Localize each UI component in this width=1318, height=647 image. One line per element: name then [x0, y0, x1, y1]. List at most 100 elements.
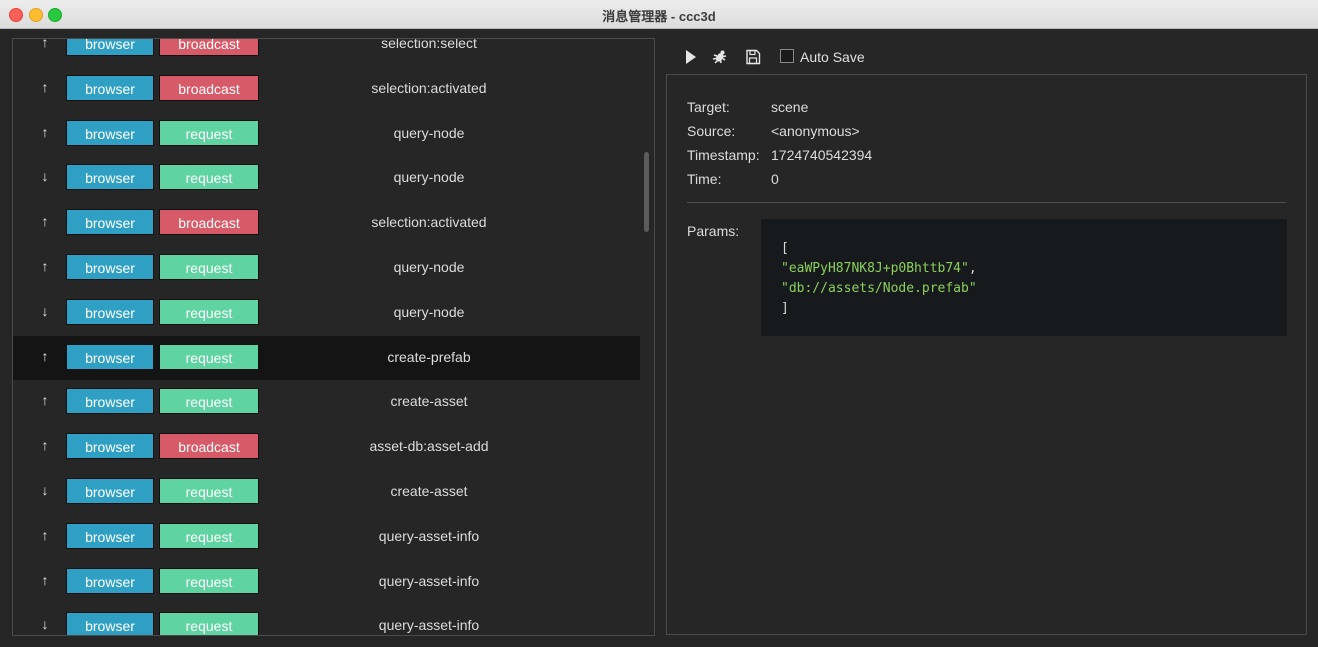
direction-arrow-icon: ↑ [41, 437, 49, 454]
message-row[interactable]: ↓ browser request create-asset [13, 470, 640, 515]
message-list[interactable]: ↑ browser broadcast selection:select ↑ browse… [12, 38, 655, 636]
params-code-block: [ "eaWPyH87NK8J+p0Bhttb74", "db://assets… [761, 219, 1287, 336]
process-tag: browser [66, 388, 154, 415]
time-value: 0 [771, 171, 779, 187]
message-row[interactable]: ↑ browser request query-node [13, 246, 640, 291]
timestamp-value: 1724740542394 [771, 147, 873, 163]
message-row[interactable]: ↑ browser request query-asset-info [13, 560, 640, 605]
target-label: Target: [687, 99, 730, 115]
process-tag: browser [66, 209, 154, 236]
play-button[interactable] [681, 48, 699, 66]
process-tag: browser [66, 567, 154, 594]
message-type-tag: request [159, 522, 259, 549]
message-row[interactable]: ↑ browser request create-asset [13, 380, 640, 425]
process-tag: browser [66, 39, 154, 56]
direction-arrow-icon: ↑ [41, 347, 49, 364]
source-value: <anonymous> [771, 123, 860, 139]
direction-arrow-icon: ↑ [41, 123, 49, 140]
process-tag: browser [66, 343, 154, 370]
params-open-bracket: [ [781, 241, 789, 256]
debug-button[interactable] [711, 48, 729, 66]
message-row[interactable]: ↑ browser request query-node [13, 112, 640, 157]
process-tag: browser [66, 612, 154, 635]
params-item-1: "eaWPyH87NK8J+p0Bhttb74" [781, 261, 969, 276]
message-type-tag: request [159, 567, 259, 594]
message-name: selection:activated [371, 214, 487, 231]
window-title: 消息管理器 - ccc3d [602, 9, 716, 24]
message-type-tag: request [159, 477, 259, 504]
message-type-tag: request [159, 343, 259, 370]
message-row[interactable]: ↑ browser broadcast selection:activated [13, 67, 640, 112]
message-name: selection:select [381, 38, 477, 51]
process-tag: browser [66, 164, 154, 191]
message-row[interactable]: ↑ browser broadcast asset-db:asset-add [13, 425, 640, 470]
bug-icon [712, 50, 727, 64]
direction-arrow-icon: ↓ [41, 302, 49, 319]
target-value: scene [771, 99, 809, 115]
direction-arrow-icon: ↓ [41, 616, 49, 633]
message-name: query-asset-info [378, 572, 480, 589]
message-name: asset-db:asset-add [369, 438, 489, 455]
message-type-tag: request [159, 119, 259, 146]
message-row[interactable]: ↑ browser request query-asset-info [13, 515, 640, 560]
message-type-tag: request [159, 164, 259, 191]
save-button[interactable] [744, 48, 762, 66]
message-detail-panel: Target: scene Source: <anonymous> Timest… [666, 74, 1307, 635]
message-type-tag: request [159, 253, 259, 280]
message-type-tag: broadcast [159, 39, 259, 56]
message-row[interactable]: ↑ browser request create-prefab [13, 335, 640, 381]
params-close-bracket: ] [781, 301, 789, 316]
divider [687, 202, 1286, 203]
title-bar: 消息管理器 - ccc3d [0, 0, 1318, 29]
direction-arrow-icon: ↑ [41, 213, 49, 230]
process-tag: browser [66, 119, 154, 146]
message-name: create-asset [390, 393, 468, 410]
message-list-scrollbar[interactable] [644, 152, 649, 232]
message-name: selection:activated [371, 79, 487, 96]
message-name: query-asset-info [378, 617, 480, 634]
process-tag: browser [66, 477, 154, 504]
process-tag: browser [66, 74, 154, 101]
save-icon [746, 49, 761, 65]
message-name: query-node [393, 303, 465, 320]
timestamp-label: Timestamp: [687, 147, 760, 163]
message-list-content: ↑ browser broadcast selection:select ↑ browse… [13, 38, 640, 635]
direction-arrow-icon: ↑ [41, 392, 49, 409]
params-item-2: "db://assets/Node.prefab" [781, 281, 977, 296]
message-type-tag: request [159, 612, 259, 635]
message-name: query-node [393, 258, 465, 275]
message-name: create-asset [390, 482, 468, 499]
message-type-tag: broadcast [159, 74, 259, 101]
message-row[interactable]: ↓ browser request query-node [13, 156, 640, 201]
direction-arrow-icon: ↑ [41, 38, 49, 50]
time-label: Time: [687, 171, 722, 187]
message-row[interactable]: ↓ browser request query-node [13, 291, 640, 336]
process-tag: browser [66, 253, 154, 280]
direction-arrow-icon: ↑ [41, 78, 49, 95]
direction-arrow-icon: ↑ [41, 526, 49, 543]
direction-arrow-icon: ↑ [41, 571, 49, 588]
app-window: 消息管理器 - ccc3d ↑ browser broadcast selection… [0, 0, 1318, 647]
process-tag: browser [66, 522, 154, 549]
message-type-tag: request [159, 388, 259, 415]
auto-save-label: Auto Save [800, 49, 865, 65]
process-tag: browser [66, 298, 154, 325]
params-label: Params: [687, 223, 740, 239]
play-icon [686, 50, 696, 64]
toolbar: Auto Save [676, 44, 1296, 70]
message-row[interactable]: ↑ browser broadcast selection:select [13, 38, 640, 67]
message-row[interactable]: ↑ browser broadcast selection:activated [13, 201, 640, 246]
message-name: create-prefab [387, 348, 471, 365]
message-name: query-asset-info [378, 527, 480, 544]
message-type-tag: request [159, 298, 259, 325]
params-comma: , [968, 261, 977, 276]
message-row[interactable]: ↓ browser request query-asset-info [13, 604, 640, 635]
message-type-tag: broadcast [159, 433, 259, 460]
direction-arrow-icon: ↓ [41, 168, 49, 185]
auto-save-checkbox[interactable] [780, 49, 794, 63]
message-type-tag: broadcast [159, 209, 259, 236]
source-label: Source: [687, 123, 736, 139]
direction-arrow-icon: ↑ [41, 257, 49, 274]
process-tag: browser [66, 433, 154, 460]
message-name: query-node [393, 169, 465, 186]
